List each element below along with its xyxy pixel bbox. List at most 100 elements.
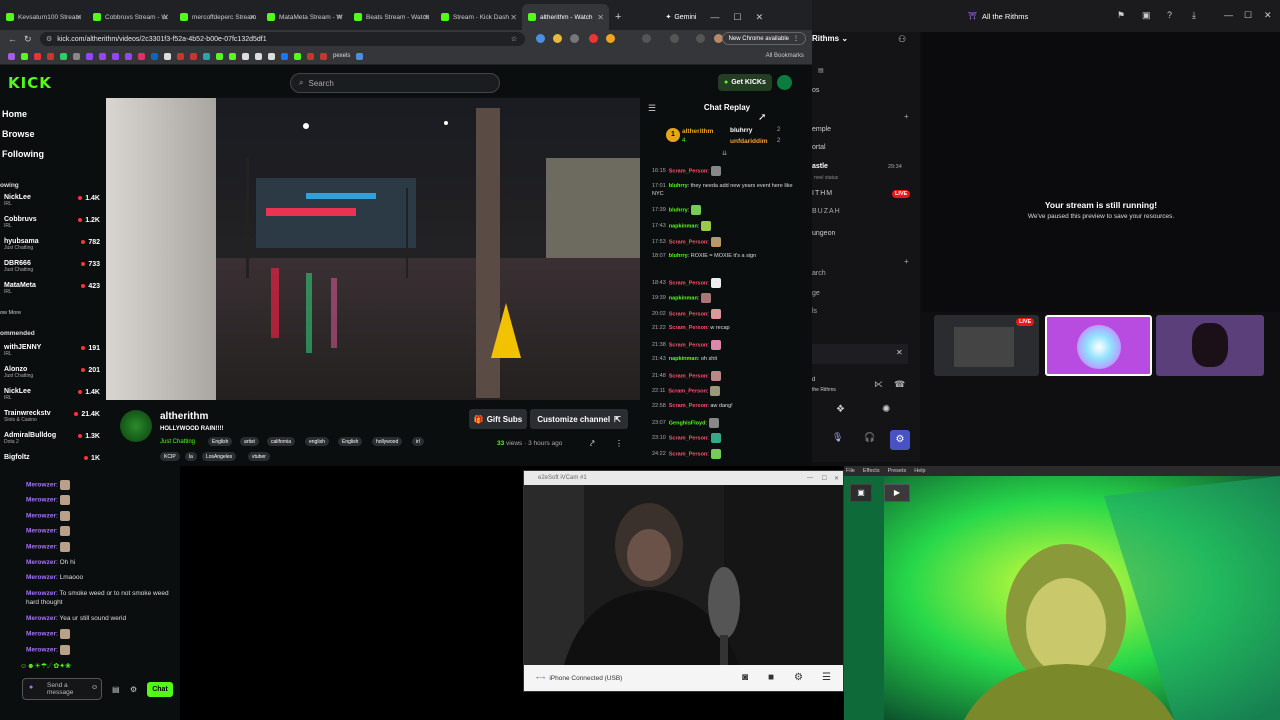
settings-gear-icon[interactable]: ⚙ [130,685,137,694]
cast-icon[interactable] [696,34,705,43]
bookmark-icon[interactable] [99,52,106,60]
facebook-icon[interactable] [281,52,288,60]
new-chrome-available-button[interactable]: New Chrome available ⋮ [721,32,806,45]
message-username[interactable]: Scram_Person [669,403,708,409]
settings-gear-icon[interactable]: ⚙ [890,430,910,450]
message-username[interactable]: GenghisFloyd [669,420,706,426]
message-username[interactable]: Scram_Person [669,311,708,317]
tab-4[interactable]: Beats Stream - Watch ✕ [348,4,435,30]
menu-help[interactable]: Help [914,468,925,474]
close-window-button[interactable]: ✕ [1264,10,1272,21]
message-username[interactable]: Scram_Person [669,451,708,457]
message-username[interactable]: Merowzer [26,497,56,504]
message-username[interactable]: napkinman [669,223,698,229]
message-username[interactable]: napkinman [669,295,698,301]
sidebar-item[interactable]: ortal [812,144,826,151]
headphones-icon[interactable]: 🎧 [864,432,875,443]
nav-browse[interactable]: Browse [2,129,35,139]
participant-tile[interactable]: LIVE [934,315,1039,376]
close-tab-icon[interactable]: ✕ [249,13,256,22]
recommended-channel[interactable]: Trainwreckstv Slots & Casino 21.4K [4,410,100,430]
stream-category[interactable]: Just Chatting [160,439,195,445]
following-channel[interactable]: MataMeta IRL 423 [4,282,100,302]
add-friend-icon[interactable]: ⚇ [898,34,906,45]
user-avatar[interactable] [777,75,792,90]
bookmark-star-icon[interactable]: ☆ [511,35,517,43]
bookmark-pexels[interactable]: pexels [333,53,350,59]
recommended-channel[interactable]: NickLee IRL 1.4K [4,388,100,408]
video-icon[interactable]: ▶ [884,484,910,502]
recommended-channel[interactable]: Alonzo Just Chatting 201 [4,366,100,386]
sidebar-item[interactable]: arch [812,270,826,277]
new-tab-button[interactable]: + [609,4,627,30]
maximize-button[interactable]: ☐ [734,4,742,30]
nav-home[interactable]: Home [2,109,27,119]
emote-bar[interactable]: ☺☻☀☂☄✿✦❀ [20,662,170,672]
emote-icon[interactable]: ☺☻☀☂☄✿✦❀ [20,663,71,670]
recommended-channel[interactable]: AdmiralBulldog Dota 2 1.3K [4,432,100,452]
image-icon[interactable]: ▣ [850,484,872,502]
flag-icon[interactable]: ⚑ [1117,10,1125,21]
close-icon[interactable]: ✕ [896,348,903,357]
tag[interactable]: English [208,437,233,446]
tag[interactable]: vtuber [248,452,270,461]
tag[interactable]: English [338,437,363,446]
close-window-button[interactable]: ✕ [834,475,839,482]
tab-6-active[interactable]: altherithm - Watch ✕ [522,4,609,30]
emoji-icon[interactable]: ☺ [91,684,98,691]
video-record-icon[interactable]: ■ [768,672,774,683]
message-username[interactable]: Scram_Person [669,435,708,441]
message-username[interactable]: bluhrry [669,253,688,259]
bookmark-icon[interactable] [73,52,80,60]
bookmark-icon[interactable] [125,52,132,60]
bookmark-icon[interactable] [151,52,158,60]
screen-icon[interactable]: ▣ [1142,10,1151,21]
reload-icon[interactable]: ↻ [24,34,32,45]
sidebar-item[interactable]: ls [812,308,817,315]
message-username[interactable]: bluhrry [669,183,688,189]
get-kicks-button[interactable]: ● Get KICKs [718,74,772,91]
bookmark-icon[interactable] [242,52,249,60]
close-tab-icon[interactable]: ✕ [75,13,82,22]
message-username[interactable]: Merowzer [26,482,56,489]
message-username[interactable]: napkinman [669,356,698,362]
bookmark-icon[interactable] [190,52,197,60]
following-channel[interactable]: Cobbruvs IRL 1.2K [4,216,100,236]
message-username[interactable]: bluhrry [669,207,688,213]
bookmark-icon[interactable] [164,52,171,60]
nav-following[interactable]: Following [2,149,44,159]
participant-tile-active[interactable] [1045,315,1152,376]
all-bookmarks-button[interactable]: All Bookmarks [766,53,804,59]
add-channel-icon[interactable]: + [904,112,909,121]
tab-3[interactable]: MataMeta Stream - W ✕ [261,4,348,30]
message-username[interactable]: Merowzer [26,528,56,535]
message-username[interactable]: Merowzer [26,513,56,520]
microphone-icon[interactable]: 🎙 [832,432,843,443]
menu-file[interactable]: File [846,468,855,474]
message-username[interactable]: Scram_Person [668,388,707,394]
activities-icon[interactable]: ❖ [836,404,845,415]
customize-channel-button[interactable]: Customize channel ⇱ [530,409,628,429]
send-message-input[interactable]: ● Send a message ☺ [22,678,102,700]
sidebar-item[interactable]: ge [812,290,820,297]
bookmark-icon[interactable] [8,52,15,60]
following-channel[interactable]: DBR666 Just Chatting 733 [4,260,100,280]
following-channel[interactable]: NickLee IRL 1.4K [4,194,100,214]
bookmark-icon[interactable] [294,52,301,60]
site-info-icon[interactable]: ⚙ [46,35,52,43]
bookmark-icon[interactable] [177,52,184,60]
github-icon[interactable] [268,52,275,60]
close-tab-icon[interactable]: ✕ [597,13,604,22]
message-username[interactable]: Scram_Person [669,325,708,331]
tag[interactable]: english [305,437,329,446]
side-panel-icon[interactable] [670,34,679,43]
leaderboard-user[interactable]: bluhrry [730,127,752,134]
bookmark-icon[interactable] [216,52,223,60]
bookmark-icon[interactable] [138,52,145,60]
message-username[interactable]: Merowzer [26,647,56,654]
microphone-icon[interactable]: ● [29,684,33,691]
bookmark-icon[interactable] [320,52,327,60]
gift-subs-button[interactable]: 🎁 Gift Subs [469,409,527,429]
more-options-icon[interactable]: ⋮ [615,439,623,448]
close-tab-icon[interactable]: ✕ [423,13,430,22]
